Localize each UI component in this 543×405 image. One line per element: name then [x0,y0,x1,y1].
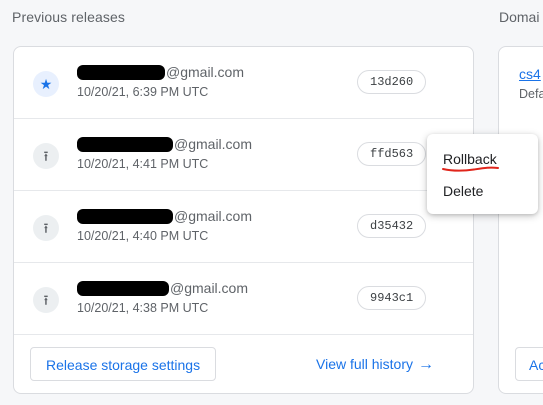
release-user: @gmail.com [77,208,252,224]
domains-title: Domai [499,9,540,25]
releases-card: ★ @gmail.com 10/20/21, 6:39 PM UTC 13d26… [13,46,474,394]
release-date: 10/20/21, 6:39 PM UTC [77,85,209,99]
release-row: ⭱ @gmail.com 10/20/21, 4:40 PM UTC d3543… [14,191,473,263]
release-user-email-suffix: @gmail.com [170,280,249,296]
domain-link[interactable]: cs4 [519,66,541,82]
release-user-email-suffix: @gmail.com [174,208,253,224]
rollback-underline-annotation [442,166,499,172]
delete-menu-item[interactable]: Delete [443,183,483,199]
release-storage-settings-button[interactable]: Release storage settings [30,347,217,381]
release-hash-chip[interactable]: d35432 [357,214,427,238]
release-hash-chip[interactable]: 9943c1 [357,286,427,310]
deploy-icon: ⭱ [33,143,59,169]
release-row: ★ @gmail.com 10/20/21, 6:39 PM UTC 13d26… [14,47,473,119]
release-context-menu: Rollback Delete [427,134,538,214]
release-hash-chip[interactable]: ffd563 [357,142,427,166]
add-domain-button[interactable]: Ac [515,347,543,381]
domains-card: cs4 Defa Ac [498,46,543,394]
releases-footer: Release storage settings View full histo… [14,335,473,393]
redaction-mark [77,65,165,80]
release-row: ⭱ @gmail.com 10/20/21, 4:38 PM UTC 9943c… [14,263,473,335]
redaction-mark [77,209,173,224]
redaction-mark [77,281,169,296]
previous-releases-title: Previous releases [12,9,125,25]
release-hash-chip[interactable]: 13d260 [357,70,427,94]
release-user-email-suffix: @gmail.com [166,64,245,80]
redaction-mark [77,137,173,152]
domain-status: Defa [519,87,543,101]
release-user: @gmail.com [77,280,248,296]
deploy-icon: ⭱ [33,287,59,313]
arrow-right-icon: → [418,356,435,373]
release-row: ⭱ @gmail.com 10/20/21, 4:41 PM UTC ffd56… [14,119,473,191]
view-full-history-link[interactable]: View full history → [316,356,434,374]
deploy-icon: ⭱ [33,215,59,241]
release-user: @gmail.com [77,136,252,152]
view-full-history-label: View full history [316,356,414,372]
release-date: 10/20/21, 4:38 PM UTC [77,301,209,315]
release-user: @gmail.com [77,64,244,80]
release-date: 10/20/21, 4:40 PM UTC [77,229,209,243]
release-date: 10/20/21, 4:41 PM UTC [77,157,209,171]
release-user-email-suffix: @gmail.com [174,136,253,152]
star-icon: ★ [33,71,59,97]
